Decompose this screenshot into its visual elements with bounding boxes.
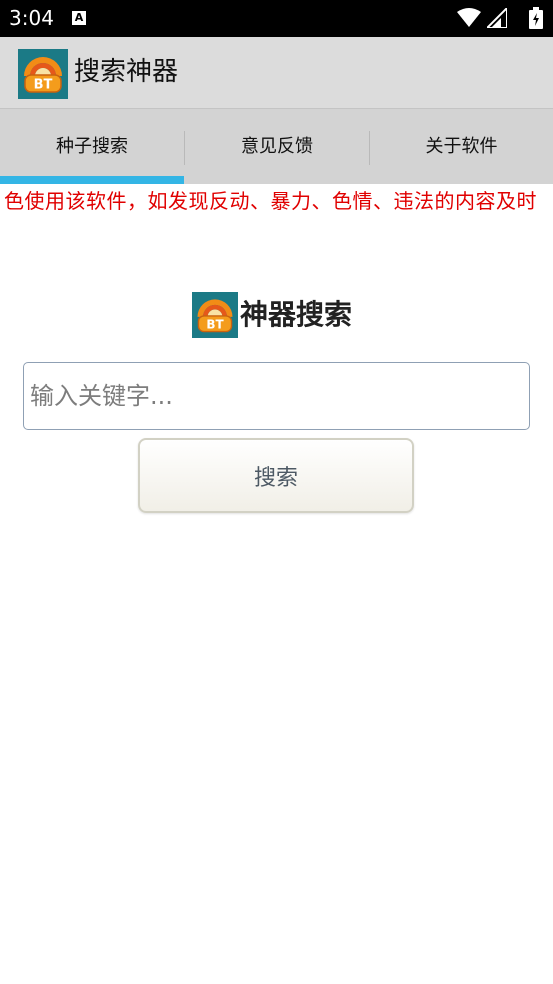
bt-logo-icon: BT (192, 292, 238, 338)
battery-icon (529, 7, 543, 29)
app-bar: BT 搜索神器 (0, 37, 553, 108)
app-title: 搜索神器 (74, 57, 179, 87)
tab-seed-search[interactable]: 种子搜索 (0, 109, 184, 185)
bt-logo-text: BT (206, 317, 224, 331)
tab-about[interactable]: 关于软件 (370, 109, 553, 185)
screen: 3:04 A BT 搜索神器 种子搜索 意见反馈 关于软件 色使用该软件，如发现… (0, 0, 553, 984)
notification-icon: A (72, 11, 86, 25)
wifi-icon (457, 8, 481, 27)
notice-text: 色使用该软件，如发现反动、暴力、色情、违法的内容及时 (4, 189, 537, 213)
signal-icon (487, 8, 507, 28)
app-logo-text: BT (34, 78, 53, 93)
search-heading-text: 神器搜索 (240, 298, 353, 331)
tab-feedback[interactable]: 意见反馈 (185, 109, 369, 185)
app-logo-icon: BT (18, 49, 68, 99)
notice-marquee: 色使用该软件，如发现反动、暴力、色情、违法的内容及时 (0, 186, 553, 216)
search-input[interactable] (23, 362, 530, 430)
status-bar: 3:04 A (0, 0, 553, 37)
search-button[interactable]: 搜索 (138, 438, 414, 513)
tab-bar: 种子搜索 意见反馈 关于软件 (0, 108, 553, 184)
tab-selected-indicator (0, 176, 184, 184)
status-time: 3:04 (9, 6, 54, 30)
